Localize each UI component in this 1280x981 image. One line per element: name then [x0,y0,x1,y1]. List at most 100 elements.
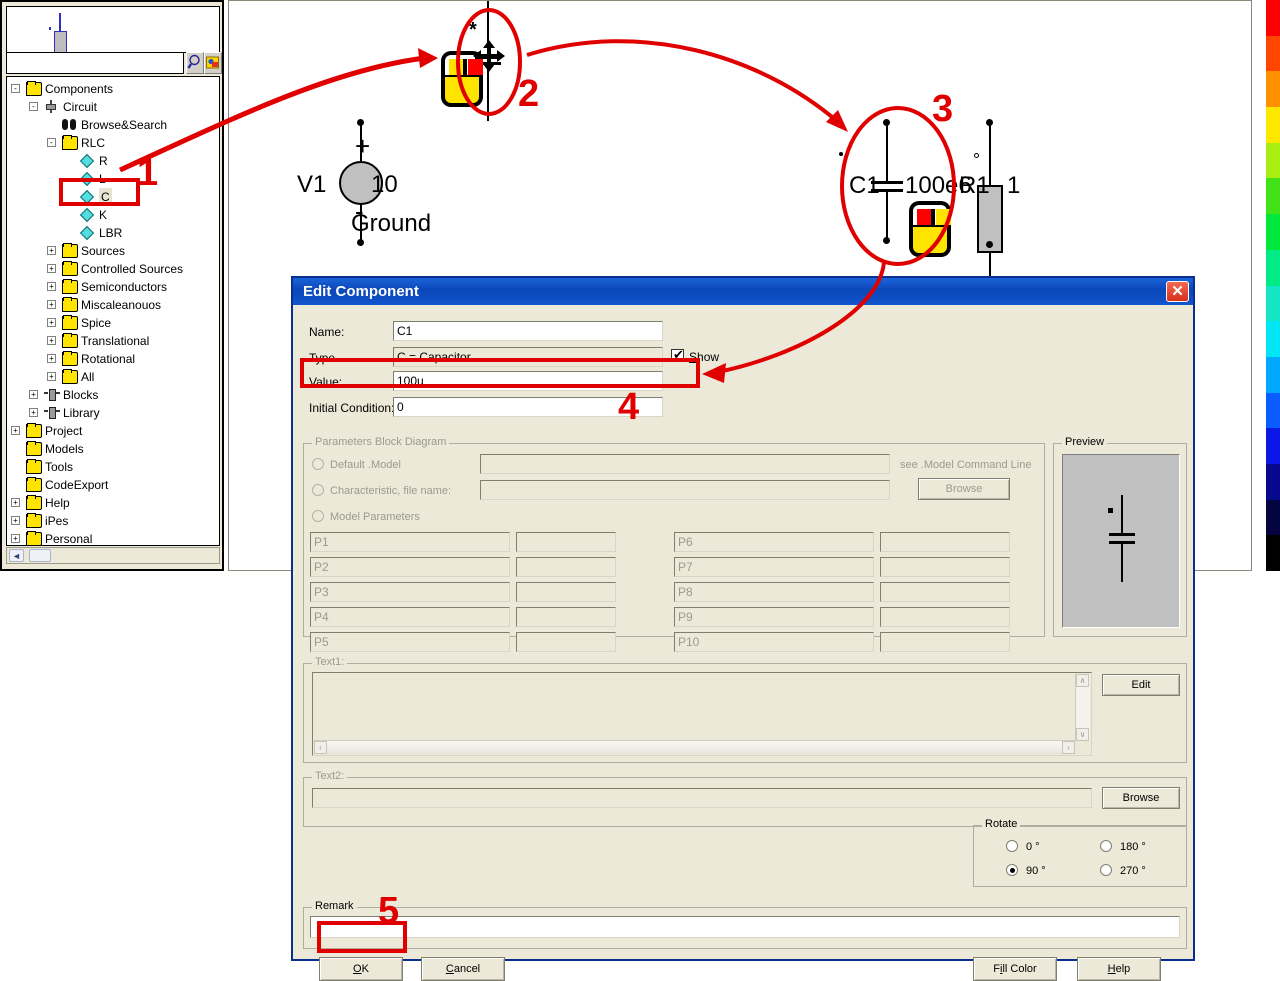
rotate-radio-0[interactable] [1006,840,1018,852]
expand-icon[interactable]: + [11,498,20,507]
tree-horizontal-scrollbar[interactable]: ◄ [6,547,220,564]
scroll-left-button[interactable]: ◄ [9,549,24,562]
expand-icon[interactable]: + [47,354,56,363]
expand-icon[interactable]: + [47,246,56,255]
expand-icon[interactable]: + [47,300,56,309]
mouse-right-click-icon [909,201,951,257]
tree-item-browse-search[interactable]: Browse&Search [7,116,219,134]
tree-item-controlled-sources[interactable]: + Controlled Sources [7,260,219,278]
tree-item-rlc[interactable]: - RLC [7,134,219,152]
palette-swatch[interactable] [1266,535,1280,571]
tree-item-codeexport[interactable]: CodeExport [7,476,219,494]
tree-item-tools[interactable]: Tools [7,458,219,476]
palette-swatch[interactable] [1266,249,1280,286]
radio-characteristic-file[interactable] [312,484,324,496]
palette-swatch[interactable] [1266,499,1280,536]
remark-field[interactable] [310,916,1180,938]
palette-swatch[interactable] [1266,463,1280,500]
text2-browse-button[interactable]: Browse [1102,787,1180,809]
expand-icon[interactable]: + [47,336,56,345]
tree-item-circuit[interactable]: - Circuit [7,98,219,116]
component-tree[interactable]: - Components - Circuit Browse&Search - RLC R L C K… [6,76,220,546]
tree-item-models[interactable]: Models [7,440,219,458]
expand-icon[interactable]: + [11,534,20,543]
tree-item-blocks[interactable]: + Blocks [7,386,219,404]
tree-item-library[interactable]: + Library [7,404,219,422]
palette-swatch[interactable] [1266,214,1280,250]
palette-swatch[interactable] [1266,285,1280,322]
palette-swatch[interactable] [1266,321,1280,357]
folder-icon [26,495,42,510]
tree-item-r[interactable]: R [7,152,219,170]
browse-characteristic-button[interactable]: Browse [918,478,1010,500]
palette-swatch[interactable] [1266,71,1280,108]
radio-default-model[interactable] [312,458,324,470]
param-name-p4 [310,607,510,627]
tree-item-spice[interactable]: + Spice [7,314,219,332]
palette-swatch[interactable] [1266,178,1280,215]
tree-item-project[interactable]: + Project [7,422,219,440]
text1-vertical-scrollbar[interactable]: ∧ ∨ [1075,674,1090,741]
tree-item-semiconductors[interactable]: + Semiconductors [7,278,219,296]
scroll-thumb[interactable] [29,549,51,562]
tree-item-lbr[interactable]: LBR [7,224,219,242]
text1-scroll-right-button[interactable]: › [1062,741,1075,754]
palette-swatch[interactable] [1266,107,1280,143]
color-palette-strip[interactable] [1266,0,1280,571]
expand-icon[interactable]: + [47,282,56,291]
dialog-title-bar[interactable]: Edit Component ✕ [293,278,1193,305]
tree-item-components[interactable]: - Components [7,80,219,98]
expand-icon[interactable]: + [47,372,56,381]
text1-scroll-up-button[interactable]: ∧ [1076,674,1089,687]
tree-item-help[interactable]: + Help [7,494,219,512]
tree-item-k[interactable]: K [7,206,219,224]
tree-item-translational[interactable]: + Translational [7,332,219,350]
folder-icon [26,477,42,492]
collapse-icon[interactable]: - [29,102,38,111]
tree-item-all[interactable]: + All [7,368,219,386]
expand-icon[interactable]: + [11,516,20,525]
r1-pin-marker [974,153,979,158]
name-field[interactable] [393,321,663,341]
thumbnail-dot [49,27,51,30]
text1-scroll-down-button[interactable]: ∨ [1076,728,1089,741]
folder-icon [62,351,78,366]
palette-swatch[interactable] [1266,35,1280,72]
palette-swatch[interactable] [1266,428,1280,464]
close-icon[interactable]: ✕ [1166,281,1189,302]
search-input[interactable] [6,52,184,74]
collapse-icon[interactable]: - [47,138,56,147]
tree-item-label: Circuit [63,100,98,114]
expand-icon[interactable]: + [29,408,38,417]
tree-item-rotational[interactable]: + Rotational [7,350,219,368]
text1-horizontal-scrollbar[interactable]: ‹ › [314,740,1075,754]
tree-item-ipes[interactable]: + iPes [7,512,219,530]
tree-item-miscaleanouos[interactable]: + Miscaleanouos [7,296,219,314]
palette-swatch[interactable] [1266,0,1280,36]
tree-item-c[interactable]: C [7,188,219,206]
collapse-icon[interactable]: - [11,84,20,93]
tree-item-personal[interactable]: + Personal [7,530,219,545]
radio-model-parameters[interactable] [312,510,324,522]
image-browse-icon[interactable] [204,52,222,74]
expand-icon[interactable]: + [29,390,38,399]
tree-item-l[interactable]: L [7,170,219,188]
remark-caption: Remark [312,900,357,912]
show-checkbox[interactable] [671,347,684,363]
rotate-radio-180[interactable] [1100,840,1112,852]
text1-edit-button[interactable]: Edit [1102,674,1180,696]
expand-icon[interactable]: + [11,426,20,435]
tree-item-sources[interactable]: + Sources [7,242,219,260]
palette-swatch[interactable] [1266,392,1280,429]
text1-scroll-left-button[interactable]: ‹ [314,741,327,754]
expand-icon[interactable]: + [47,318,56,327]
expand-icon[interactable]: + [47,264,56,273]
c1-name: C1 [849,172,880,199]
palette-swatch[interactable] [1266,142,1280,179]
search-icon[interactable] [186,52,204,74]
rotate-radio-90[interactable] [1006,864,1018,876]
palette-swatch[interactable] [1266,356,1280,393]
type-field [393,347,663,367]
text1-textarea[interactable]: ∧ ∨ ‹ › [312,672,1092,756]
rotate-radio-270[interactable] [1100,864,1112,876]
